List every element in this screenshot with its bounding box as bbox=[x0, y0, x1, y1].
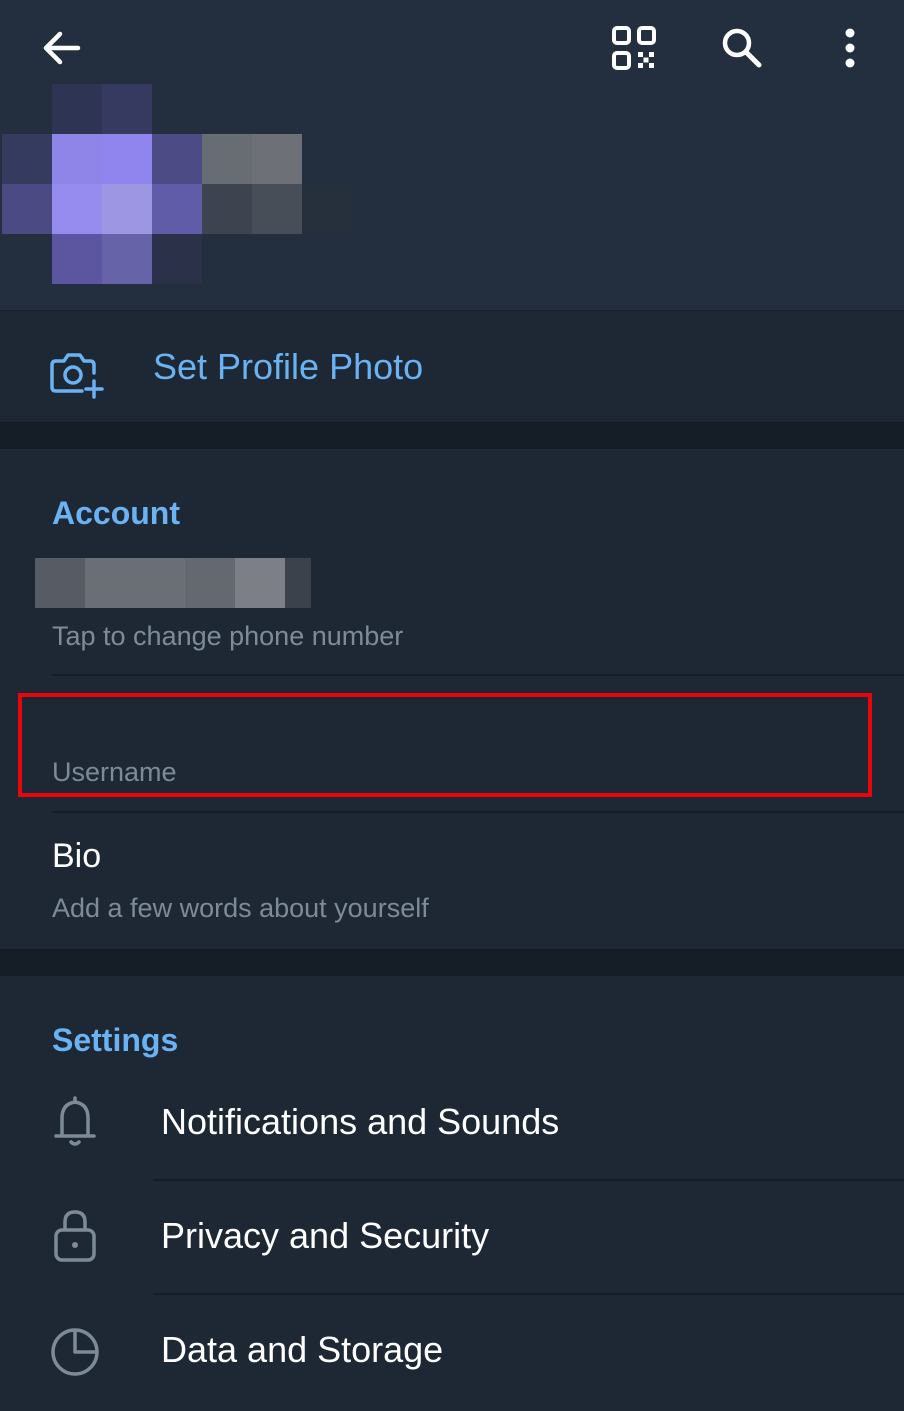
settings-section-title: Settings bbox=[52, 1022, 179, 1058]
camera-add-icon bbox=[50, 353, 104, 399]
phone-number-value[interactable] bbox=[35, 558, 311, 608]
qr-code-icon bbox=[612, 26, 656, 70]
search-icon bbox=[722, 28, 762, 68]
section-separator bbox=[0, 949, 904, 976]
account-section-title: Account bbox=[52, 495, 180, 531]
lock-icon bbox=[54, 1210, 96, 1262]
profile-settings-screen: Set Profile Photo Account Tap to change … bbox=[0, 0, 904, 1411]
settings-item-privacy[interactable]: Privacy and Security bbox=[0, 1182, 904, 1294]
more-options-button[interactable] bbox=[822, 20, 878, 76]
bio-title: Bio bbox=[52, 837, 102, 875]
bio-hint: Add a few words about yourself bbox=[52, 893, 429, 923]
divider bbox=[153, 1179, 904, 1181]
divider bbox=[153, 1293, 904, 1295]
phone-number-hint[interactable]: Tap to change phone number bbox=[52, 619, 403, 653]
settings-section: Settings Notifications and Sounds Privac… bbox=[0, 976, 904, 1411]
qr-code-button[interactable] bbox=[606, 20, 662, 76]
settings-item-data-storage[interactable]: Data and Storage bbox=[0, 1296, 904, 1408]
more-vertical-icon bbox=[845, 28, 855, 68]
bell-icon bbox=[54, 1096, 96, 1146]
settings-item-notifications[interactable]: Notifications and Sounds bbox=[0, 1068, 904, 1180]
divider bbox=[52, 674, 904, 676]
back-button[interactable] bbox=[34, 20, 90, 76]
search-button[interactable] bbox=[714, 20, 770, 76]
profile-header bbox=[0, 0, 904, 310]
bio-row[interactable] bbox=[0, 813, 904, 949]
account-section: Account Tap to change phone number Usern… bbox=[0, 449, 904, 949]
pie-chart-icon bbox=[51, 1328, 99, 1376]
arrow-left-icon bbox=[43, 31, 81, 65]
username-label: Username bbox=[52, 757, 177, 787]
set-profile-photo-label: Set Profile Photo bbox=[153, 346, 424, 387]
section-separator bbox=[0, 422, 904, 449]
settings-item-label: Notifications and Sounds bbox=[161, 1101, 560, 1142]
avatar[interactable] bbox=[0, 84, 360, 294]
settings-item-label: Privacy and Security bbox=[161, 1215, 490, 1256]
settings-item-label: Data and Storage bbox=[161, 1329, 444, 1370]
set-profile-photo-button[interactable]: Set Profile Photo bbox=[0, 310, 904, 423]
